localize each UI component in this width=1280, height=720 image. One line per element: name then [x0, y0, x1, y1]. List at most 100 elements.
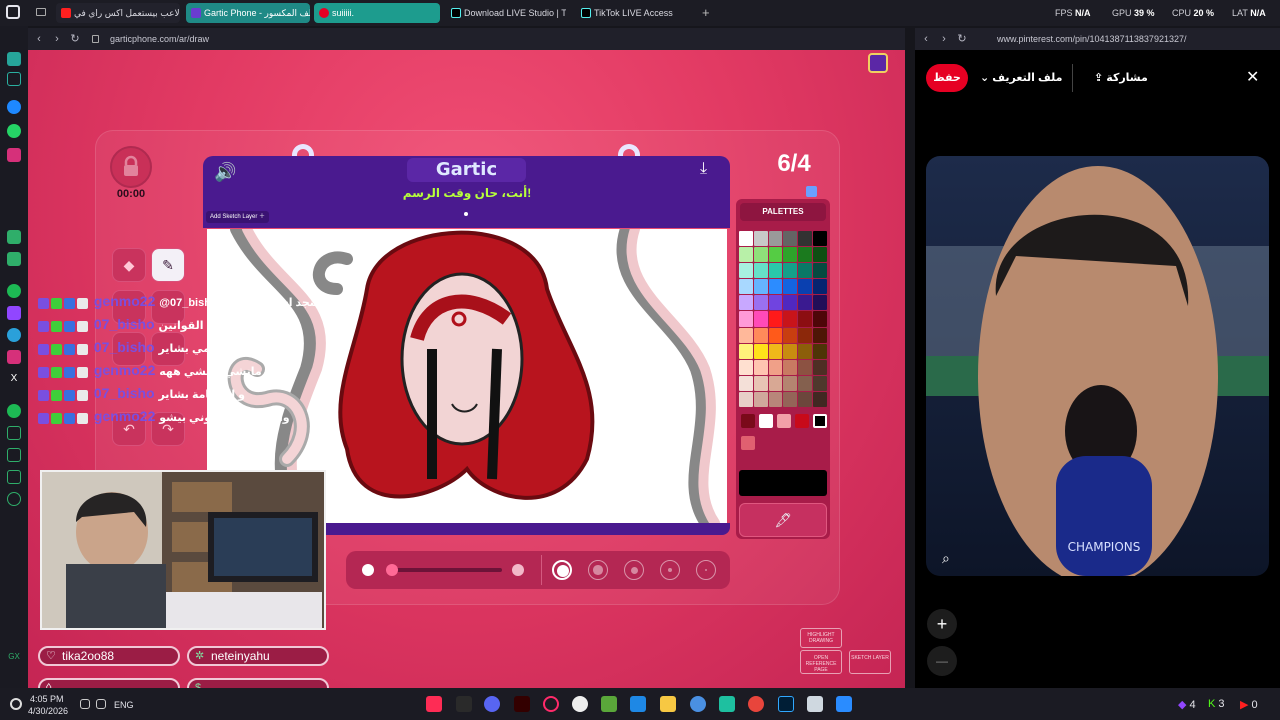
open-reference-page-button[interactable]: OPEN REFERENCE PAGE: [800, 650, 842, 674]
reload-icon[interactable]: ↻: [68, 28, 82, 50]
start-icon[interactable]: [836, 696, 852, 712]
color-swatch[interactable]: [813, 263, 827, 279]
color-swatch[interactable]: [753, 327, 768, 343]
color-swatch[interactable]: [813, 279, 827, 295]
instagram-icon[interactable]: [7, 350, 21, 364]
tab-manager-icon[interactable]: [36, 8, 46, 16]
color-swatch[interactable]: [739, 359, 753, 375]
close-button[interactable]: ✕: [1246, 64, 1259, 92]
brush-size-option[interactable]: [588, 560, 608, 580]
forward-icon[interactable]: ›: [937, 28, 951, 50]
color-swatch[interactable]: [753, 311, 768, 327]
recent-color-swatch[interactable]: [741, 436, 755, 450]
color-swatch[interactable]: [783, 327, 798, 343]
eyedropper-button[interactable]: 🖋: [739, 503, 827, 537]
explorer-icon[interactable]: [660, 696, 676, 712]
settings-icon[interactable]: [10, 698, 22, 710]
reload-icon[interactable]: ↻: [955, 28, 969, 50]
back-icon[interactable]: ‹: [32, 28, 46, 50]
current-color[interactable]: [739, 470, 827, 496]
color-swatch[interactable]: [798, 247, 813, 263]
color-swatch[interactable]: [753, 375, 768, 391]
color-swatch[interactable]: [798, 327, 813, 343]
color-swatch[interactable]: [783, 391, 798, 407]
opera-gx-icon[interactable]: [543, 696, 559, 712]
color-swatch[interactable]: [739, 375, 753, 391]
color-swatch[interactable]: [739, 327, 753, 343]
color-swatch[interactable]: [798, 311, 813, 327]
illustrator-icon[interactable]: [514, 696, 530, 712]
color-swatch[interactable]: [753, 343, 768, 359]
home-icon[interactable]: [7, 52, 21, 66]
color-swatch[interactable]: [739, 391, 753, 407]
tab-tiktok-live[interactable]: TikTok LIVE Access: [576, 3, 696, 23]
color-swatch[interactable]: [798, 231, 813, 247]
color-swatch[interactable]: [739, 343, 753, 359]
chrome-icon[interactable]: [748, 696, 764, 712]
recent-color-swatch[interactable]: [795, 414, 809, 428]
color-swatch[interactable]: [798, 279, 813, 295]
sound-icon[interactable]: 🔊: [214, 162, 236, 183]
color-swatch[interactable]: [813, 311, 827, 327]
color-swatch[interactable]: [813, 247, 827, 263]
instagram-icon[interactable]: [7, 148, 21, 162]
zoom-in-button[interactable]: +: [927, 609, 957, 639]
color-swatch[interactable]: [768, 231, 783, 247]
opacity-handle[interactable]: [386, 564, 398, 576]
news-icon[interactable]: [7, 230, 21, 244]
palettes-button[interactable]: PALETTES: [740, 203, 826, 221]
window-icon[interactable]: [807, 696, 823, 712]
whatsapp-icon[interactable]: [7, 124, 21, 138]
color-swatch[interactable]: [768, 279, 783, 295]
recent-color-swatch[interactable]: [777, 414, 791, 428]
language-indicator[interactable]: ENG: [114, 700, 134, 710]
color-swatch[interactable]: [739, 247, 753, 263]
capcut-icon[interactable]: [719, 696, 735, 712]
color-swatch[interactable]: [753, 391, 768, 407]
profile-dropdown[interactable]: ⌄ ملف التعريف: [980, 64, 1062, 92]
discord-icon[interactable]: [7, 252, 21, 266]
new-tab-button[interactable]: +: [702, 5, 710, 20]
volume-icon[interactable]: [96, 699, 106, 709]
gamepad-icon[interactable]: [7, 72, 21, 86]
color-swatch[interactable]: [753, 263, 768, 279]
color-swatch[interactable]: [768, 391, 783, 407]
eraser-tool-button[interactable]: ◆: [112, 248, 146, 282]
copilot-icon[interactable]: [690, 696, 706, 712]
color-swatch[interactable]: [768, 311, 783, 327]
color-swatch[interactable]: [753, 247, 768, 263]
color-swatch[interactable]: [798, 343, 813, 359]
game-menu-icon[interactable]: [868, 53, 888, 73]
info-icon[interactable]: [806, 186, 817, 197]
x-icon[interactable]: X: [7, 372, 21, 386]
share-button[interactable]: ⇪ مشاركة: [1094, 64, 1148, 92]
lock-button[interactable]: [110, 146, 152, 188]
color-swatch[interactable]: [813, 231, 827, 247]
color-swatch[interactable]: [798, 359, 813, 375]
color-swatch[interactable]: [768, 295, 783, 311]
color-swatch[interactable]: [739, 231, 753, 247]
settings-icon[interactable]: [7, 492, 21, 506]
color-swatch[interactable]: [813, 359, 827, 375]
highlight-drawing-button[interactable]: HIGHLIGHT DRAWING: [800, 628, 842, 648]
color-swatch[interactable]: [753, 231, 768, 247]
spotify-icon[interactable]: [7, 404, 21, 418]
save-button[interactable]: حفظ: [926, 64, 968, 92]
url-field[interactable]: www.pinterest.com/pin/104138711383792132…: [997, 28, 1186, 50]
photoshop-icon[interactable]: [778, 696, 794, 712]
spotify-icon[interactable]: [7, 284, 21, 298]
telegram-icon[interactable]: [7, 328, 21, 342]
color-swatch[interactable]: [783, 311, 798, 327]
gx-icon[interactable]: GX: [7, 650, 21, 664]
brush-size-option[interactable]: [660, 560, 680, 580]
color-swatch[interactable]: [813, 391, 827, 407]
color-swatch[interactable]: [739, 295, 753, 311]
color-swatch[interactable]: [768, 327, 783, 343]
color-swatch[interactable]: [783, 343, 798, 359]
download-icon[interactable]: ⤓: [700, 160, 707, 178]
store-icon[interactable]: [630, 696, 646, 712]
color-swatch[interactable]: [753, 359, 768, 375]
back-icon[interactable]: ‹: [919, 28, 933, 50]
color-swatch[interactable]: [783, 263, 798, 279]
tiktok-app-icon[interactable]: [426, 696, 442, 712]
